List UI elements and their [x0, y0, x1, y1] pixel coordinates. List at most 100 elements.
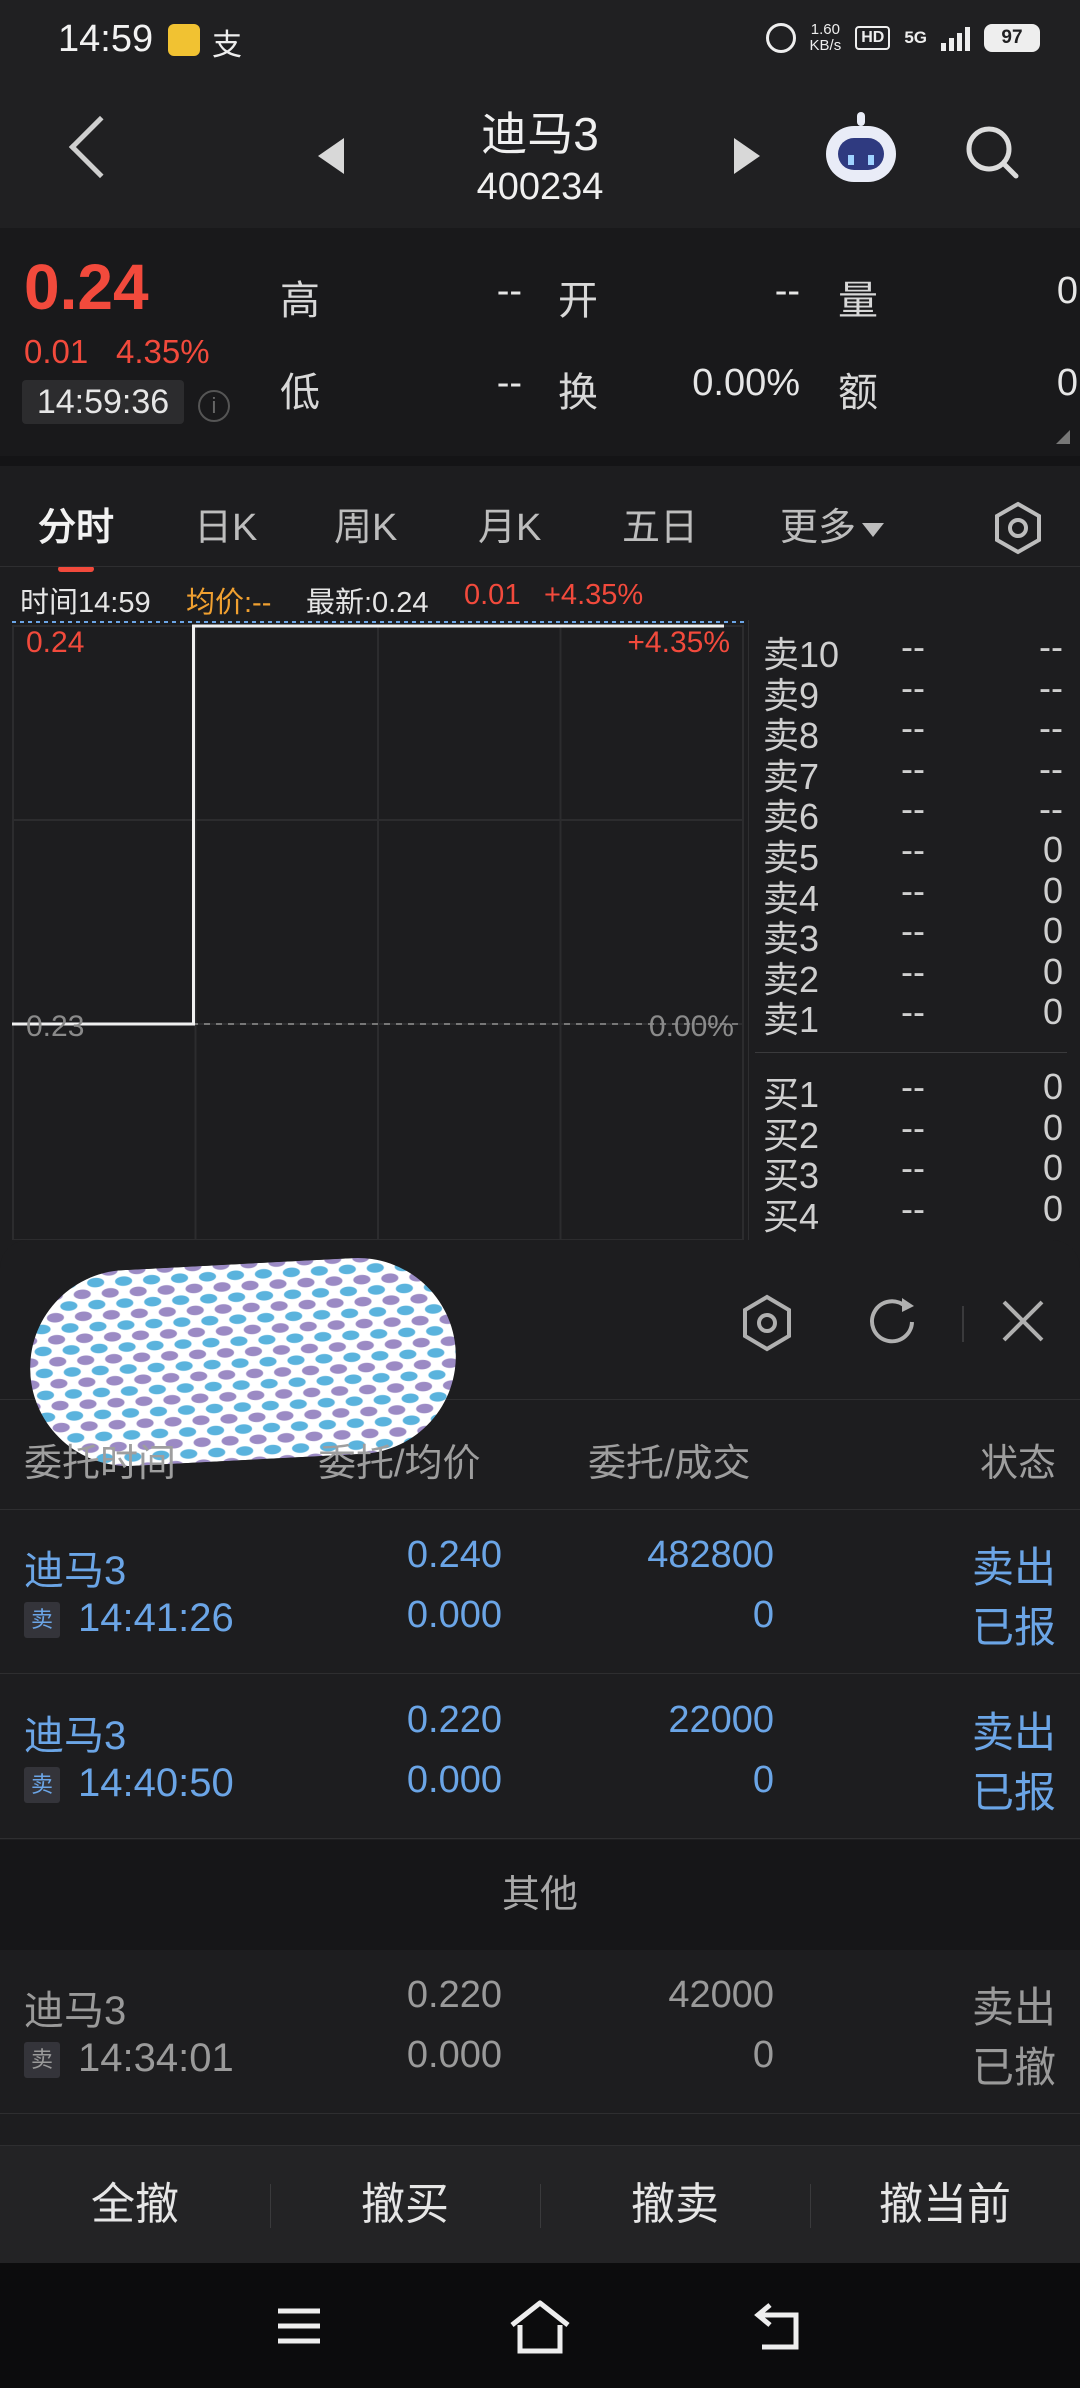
- order-stock-name: 迪马3: [24, 1549, 127, 1593]
- signal-icon: [941, 25, 970, 51]
- level-price: --: [901, 829, 925, 870]
- ask-level-row[interactable]: 卖8 -- --: [763, 707, 1063, 756]
- alarm-icon: [765, 23, 796, 53]
- level-price: --: [901, 747, 925, 789]
- next-stock-icon[interactable]: [734, 138, 760, 174]
- cancel-current-button[interactable]: 撤当前: [810, 2146, 1080, 2264]
- current-price: 0.24: [24, 251, 149, 323]
- info-icon[interactable]: i: [198, 390, 230, 422]
- ai-assistant-icon[interactable]: [826, 112, 896, 182]
- search-icon[interactable]: [964, 124, 1020, 180]
- ask-level-row[interactable]: 卖9 -- --: [763, 666, 1063, 716]
- battery-icon: 97: [984, 24, 1040, 52]
- order-status: 已报: [971, 1604, 1056, 1651]
- home-icon[interactable]: [508, 2299, 572, 2355]
- prev-stock-icon[interactable]: [318, 138, 344, 174]
- info-change-pct: +4.35%: [544, 579, 644, 611]
- ask-level-row[interactable]: 卖5 -- 0: [763, 829, 1063, 878]
- tab-intraday[interactable]: 分时: [38, 496, 114, 551]
- tab-five-day[interactable]: 五日: [622, 496, 698, 551]
- low-label: 低: [280, 371, 320, 415]
- intraday-chart[interactable]: 0.24 +4.35% 0.23 0.00%: [12, 620, 744, 1240]
- cancel-sell-button[interactable]: 撤卖: [540, 2146, 810, 2264]
- order-action: 卖出: [971, 1709, 1056, 1756]
- col-order-qty: 委托/成交: [588, 1443, 751, 1485]
- refresh-icon[interactable]: [862, 1292, 922, 1352]
- cancel-buy-button[interactable]: 撤买: [270, 2146, 540, 2264]
- order-book-divider: [755, 1052, 1067, 1053]
- level-volume: 0: [1042, 1147, 1063, 1189]
- order-row[interactable]: 迪马3 卖 14:40:50 0.220 0.000 22000 0 卖出 已报: [0, 1675, 1080, 1839]
- level-price: --: [901, 788, 925, 830]
- order-price: 0.220: [406, 1974, 502, 2016]
- ask-level-row[interactable]: 卖4 -- 0: [763, 869, 1063, 919]
- bid-level-row[interactable]: 买2 -- 0: [763, 1106, 1063, 1156]
- info-change: 0.01: [464, 579, 521, 611]
- pct-top-label: +4.35%: [627, 626, 730, 659]
- order-row[interactable]: 迪马3 卖 14:34:01 0.220 0.000 42000 0 卖出 已撤: [0, 1950, 1080, 2114]
- return-icon[interactable]: [752, 2301, 808, 2351]
- order-side-badge: 卖: [24, 2042, 60, 2078]
- ask-level-row[interactable]: 卖2 -- 0: [763, 951, 1063, 1000]
- orders-column-headers: 委托时间 委托/均价 委托/成交 状态: [0, 1400, 1080, 1510]
- hd-icon: HD: [855, 26, 891, 50]
- order-quantity: 22000: [668, 1699, 774, 1741]
- ask-level-row[interactable]: 卖1 -- 0: [763, 991, 1063, 1040]
- orders-sheet-header: [0, 1240, 1080, 1472]
- info-latest: 最新:0.24: [306, 587, 429, 619]
- stock-code: 400234: [476, 166, 604, 208]
- status-bar: 14:59 支 1.60 KB/s HD 5G 97: [0, 0, 1080, 80]
- level-price: --: [901, 666, 925, 708]
- level-price: --: [901, 1147, 925, 1189]
- quote-panel: 0.24 0.01 4.35% 14:59:36 i 高 -- 开 -- 量 0…: [0, 228, 1080, 456]
- level-volume: 0: [1042, 1106, 1063, 1148]
- tab-monthly-k[interactable]: 月K: [478, 496, 541, 551]
- turnover-value: 0.00%: [692, 362, 800, 404]
- settings-icon[interactable]: [736, 1292, 798, 1354]
- bid-level-row[interactable]: 买3 -- 0: [763, 1147, 1063, 1196]
- chart-info-line: 时间14:59 均价:-- 最新:0.24 0.01 +4.35%: [0, 566, 1080, 622]
- bid-level-row[interactable]: 买4 -- 0: [763, 1187, 1063, 1237]
- volume-label: 量: [838, 279, 878, 323]
- order-time: 14:41:26: [78, 1596, 234, 1640]
- expand-corner-icon[interactable]: [1056, 430, 1070, 444]
- amount-value: 0: [1056, 362, 1078, 404]
- tab-daily-k[interactable]: 日K: [194, 496, 257, 551]
- menu-icon[interactable]: [276, 2307, 322, 2345]
- ask-level-row[interactable]: 卖3 -- 0: [763, 910, 1063, 959]
- level-price: --: [901, 1066, 925, 1107]
- price-change-pct: 4.35%: [116, 333, 210, 370]
- cancel-all-button[interactable]: 全撤: [0, 2146, 270, 2264]
- tab-more[interactable]: 更多: [780, 496, 885, 551]
- col-order-price: 委托/均价: [318, 1443, 481, 1485]
- order-status: 已报: [971, 1769, 1056, 1816]
- level-price: --: [901, 1187, 925, 1229]
- order-side-badge: 卖: [24, 1602, 60, 1638]
- level-price: --: [901, 910, 925, 952]
- order-side-badge: 卖: [24, 1767, 60, 1803]
- cancel-actions-bar: 全撤 撤买 撤卖 撤当前: [0, 2145, 1080, 2263]
- order-filled: 0: [752, 1759, 774, 1801]
- order-price: 0.240: [406, 1534, 502, 1576]
- level-volume: 0: [1042, 991, 1063, 1033]
- order-time: 14:40:50: [78, 1761, 234, 1805]
- chart-settings-icon[interactable]: [990, 500, 1046, 556]
- bid-level-row[interactable]: 买1 -- 0: [763, 1066, 1063, 1115]
- ask-level-row[interactable]: 卖7 -- --: [763, 747, 1063, 797]
- order-row[interactable]: 迪马3 卖 14:41:26 0.240 0.000 482800 0 卖出 已…: [0, 1510, 1080, 1674]
- close-icon[interactable]: [998, 1296, 1048, 1346]
- tab-weekly-k[interactable]: 周K: [334, 496, 397, 551]
- level-price: --: [901, 869, 925, 911]
- status-time: 14:59: [58, 18, 154, 60]
- level-label: 买4: [763, 1195, 820, 1237]
- ask-level-row[interactable]: 卖6 -- --: [763, 788, 1063, 837]
- ask-level-row[interactable]: 卖10 -- --: [763, 626, 1063, 675]
- order-avg-price: 0.000: [406, 2034, 502, 2076]
- chart-tabs: 分时 日K 周K 月K 五日 更多: [0, 456, 1080, 572]
- amount-label: 额: [838, 371, 878, 415]
- other-orders-label: 其他: [0, 1840, 1080, 1950]
- order-quantity: 42000: [668, 1974, 774, 2016]
- order-status: 已撤: [971, 2044, 1056, 2091]
- back-icon[interactable]: [68, 115, 132, 179]
- info-avg-price: 均价:--: [186, 587, 272, 619]
